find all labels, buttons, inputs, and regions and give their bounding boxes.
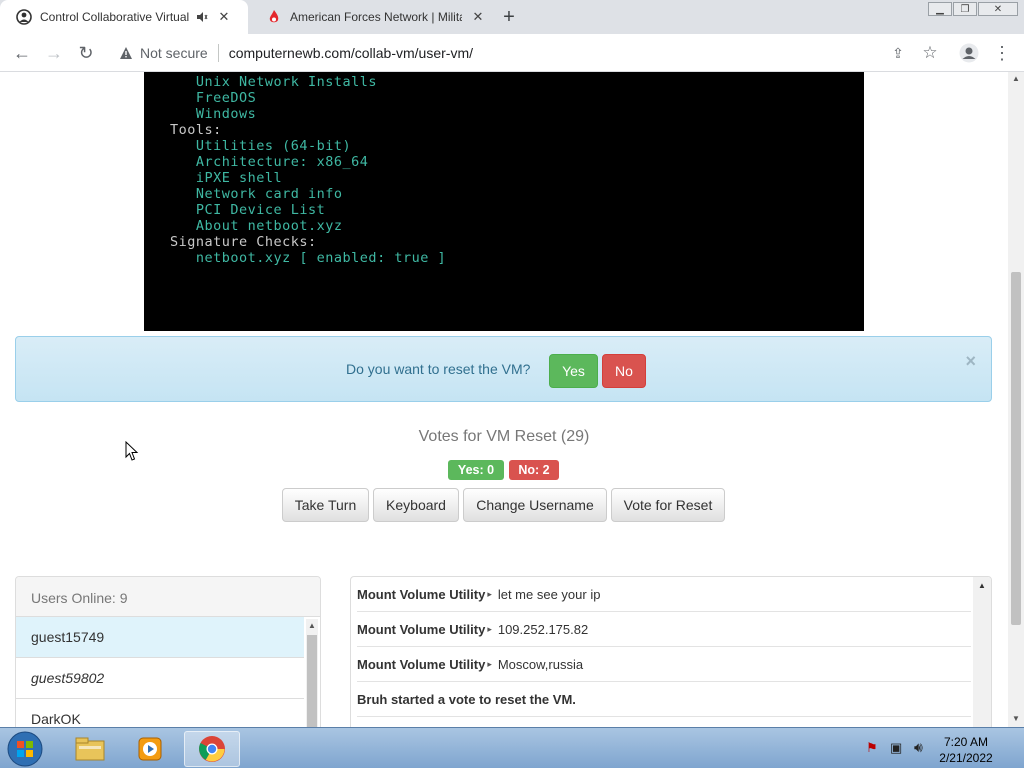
address-bar[interactable]: Not secure computernewb.com/collab-vm/us… (108, 38, 918, 68)
scroll-down-icon[interactable]: ▼ (1012, 714, 1020, 723)
mouse-cursor-icon (125, 440, 139, 467)
reload-icon[interactable]: ↻ (74, 41, 98, 65)
minimize-icon[interactable]: ▁ (928, 2, 952, 16)
chat-arrow-icon: ▸ (487, 588, 492, 599)
tab-strip: Control Collaborative Virtual Machines ✕… (0, 0, 1024, 34)
vm-console-line: Architecture: x86_64 (170, 154, 369, 170)
vm-console-line: Windows (170, 106, 257, 122)
chat-username: Mount Volume Utility (357, 621, 486, 637)
share-icon[interactable]: ⇪ (886, 41, 910, 65)
vote-no-button[interactable]: No (602, 354, 646, 388)
tab-title: Control Collaborative Virtual Machines (40, 10, 190, 24)
taskbar: ⚑ ▣ 🔊︎ 7:20 AM 2/21/2022 (0, 727, 1024, 768)
chat-username: Mount Volume Utility (357, 656, 486, 672)
page-scrollbar[interactable]: ▲ ▼ (1008, 72, 1024, 727)
scroll-thumb[interactable] (307, 635, 317, 727)
no-count-badge: No: 2 (509, 460, 559, 480)
back-icon[interactable]: ← (10, 41, 34, 65)
clock-date: 2/21/2022 (939, 751, 993, 765)
users-scrollbar[interactable]: ▲ (306, 619, 318, 727)
collabvm-favicon-icon (16, 9, 32, 25)
system-clock[interactable]: 7:20 AM 2/21/2022 (928, 734, 1004, 766)
vote-yes-button[interactable]: Yes (549, 354, 598, 388)
votes-title: Votes for VM Reset (29) (418, 428, 590, 445)
yes-count-badge: Yes: 0 (448, 460, 504, 480)
keyboard-button[interactable]: Keyboard (373, 488, 459, 522)
tab-afn[interactable]: American Forces Network | Military News … (250, 0, 490, 34)
chat-panel: Mount Volume Utility ▸ let me see your i… (350, 576, 992, 727)
chat-system-message: Bruh started a vote to reset the VM. (357, 682, 971, 717)
scroll-thumb[interactable] (1011, 272, 1021, 625)
menu-kebab-icon[interactable]: ⋮ (990, 41, 1014, 65)
bookmark-star-icon[interactable]: ☆ (918, 41, 942, 65)
restore-icon[interactable]: ❐ (953, 2, 977, 16)
vm-console-line: Unix Network Installs (170, 74, 378, 90)
user-item[interactable]: guest15749 (16, 617, 304, 658)
reset-vote-alert: Do you want to reset the VM? Yes No × (15, 336, 992, 402)
browser-toolbar: ← → ↻ Not secure computernewb.com/collab… (0, 34, 1024, 72)
page-content: Unix Network Installs FreeDOS Windows Too… (0, 72, 1008, 727)
reset-question: Do you want to reset the VM? (346, 361, 531, 377)
users-panel: Users Online: 9 guest15749 guest59802 Da… (15, 576, 321, 727)
close-tab-icon[interactable]: ✕ (470, 9, 486, 25)
user-item[interactable]: guest59802 (16, 658, 304, 699)
vm-console-line: Utilities (64-bit) (170, 138, 352, 154)
chat-arrow-icon: ▸ (487, 658, 492, 669)
chat-text: 109.252.175.82 (497, 621, 589, 637)
new-tab-button[interactable]: + (498, 6, 520, 28)
afn-favicon-icon (266, 9, 282, 25)
chat-text: let me see your ip (497, 586, 601, 602)
close-alert-icon[interactable]: × (965, 351, 976, 372)
tab-title: American Forces Network | Military News (290, 10, 462, 24)
mute-icon[interactable] (194, 9, 210, 25)
volume-icon[interactable]: 🔊︎ (914, 739, 923, 756)
change-username-button[interactable]: Change Username (463, 488, 607, 522)
scroll-up-icon[interactable]: ▲ (308, 621, 316, 630)
user-item[interactable]: DarkOK (16, 699, 304, 727)
chat-scrollbar[interactable]: ▲ (973, 577, 991, 727)
chat-text: Moscow,russia (497, 656, 584, 672)
vm-console-line: FreeDOS (170, 90, 257, 106)
clock-time: 7:20 AM (943, 735, 989, 749)
vm-console-line: netboot.xyz [ enabled: true ] (170, 250, 447, 266)
separator (217, 44, 219, 62)
chat-username: Mount Volume Utility (357, 586, 486, 602)
media-player-icon[interactable] (122, 731, 178, 767)
chat-message: Mount Volume Utility ▸ 109.252.175.82 (357, 612, 971, 647)
vm-console-line: About netboot.xyz (170, 218, 343, 234)
profile-avatar-icon[interactable] (957, 41, 981, 65)
vm-console-line: Signature Checks: (170, 234, 317, 250)
chat-message: Mount Volume Utility ▸ Moscow,russia (357, 647, 971, 682)
vm-console-line: Tools: (170, 122, 222, 138)
forward-icon[interactable]: → (42, 41, 66, 65)
users-online-header: Users Online: 9 (16, 577, 320, 617)
file-explorer-icon[interactable] (62, 731, 118, 767)
network-icon[interactable]: ▣ (890, 740, 902, 756)
chat-message: Mount Volume Utility ▸ let me see your i… (357, 577, 971, 612)
tab-collabvm[interactable]: Control Collaborative Virtual Machines ✕ (0, 0, 248, 34)
vote-reset-button[interactable]: Vote for Reset (611, 488, 725, 522)
close-window-icon[interactable]: ✕ (978, 2, 1018, 16)
take-turn-button[interactable]: Take Turn (282, 488, 369, 522)
vm-console-line: iPXE shell (170, 170, 283, 186)
action-center-icon[interactable]: ⚑ (866, 740, 878, 756)
vm-screen[interactable]: Unix Network Installs FreeDOS Windows Too… (144, 72, 864, 331)
close-tab-icon[interactable]: ✕ (216, 9, 232, 25)
chat-arrow-icon: ▸ (487, 623, 492, 634)
vm-console-line: PCI Device List (170, 202, 326, 218)
scroll-up-icon[interactable]: ▲ (1012, 74, 1020, 83)
url-text[interactable]: computernewb.com/collab-vm/user-vm/ (229, 45, 473, 61)
scroll-up-icon[interactable]: ▲ (978, 581, 986, 590)
vm-console-line: Network card info (170, 186, 343, 202)
security-label: Not secure (140, 45, 208, 61)
chrome-taskbar-icon[interactable] (184, 731, 240, 767)
warning-icon (118, 45, 134, 61)
start-button[interactable] (6, 730, 44, 768)
